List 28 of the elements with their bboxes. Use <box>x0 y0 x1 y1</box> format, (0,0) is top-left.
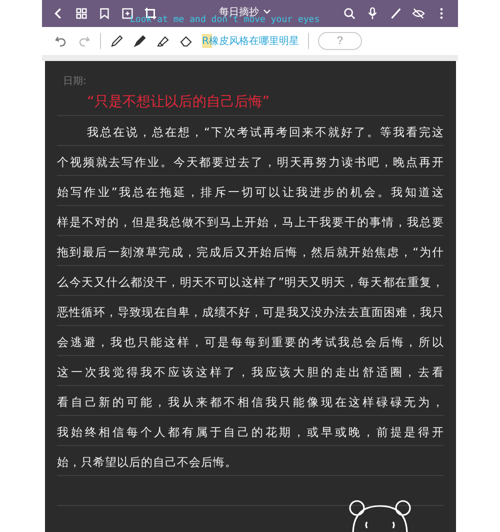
grid-icon[interactable] <box>75 7 88 20</box>
undo-icon[interactable] <box>54 34 68 48</box>
fountain-pen-icon[interactable] <box>133 34 147 48</box>
date-label: 日期: <box>63 74 86 88</box>
handwritten-line: 看自己新的可能，我从来都不相信我只能像现在这样碌碌无为， <box>57 394 444 410</box>
handwritten-line: 我总在说，总在想，“下次考试再考回来不就好了。等我看完这 <box>86 124 444 140</box>
handwritten-line: 个视频就去写作业。今天都要过去了，明天再努力读书吧，晚点再开 <box>57 154 444 170</box>
handwritten-line: 拖到最后一刻潦草完成，完成后又开始后悔，然后就开始焦虑，“为什 <box>57 244 444 260</box>
bookmark-icon[interactable] <box>98 7 111 20</box>
handwritten-line: 恶性循环，导致现在自卑，成绩不好，可是我又没办法去直面困难，我只 <box>57 304 444 320</box>
chevron-down-icon[interactable] <box>263 9 271 14</box>
pen-icon[interactable] <box>389 7 402 20</box>
pencil-icon[interactable] <box>110 34 124 48</box>
handwritten-line: 我始终相信每个人都有属于自己的花期，或早或晚，前提是得开 <box>57 424 444 440</box>
overlay-caption: Look at me and don't move your eyes <box>130 15 320 25</box>
note-title: “只是不想让以后的自己后悔” <box>87 93 270 111</box>
handwritten-line: 会逃避，我也只能这样，可是每每到重要的考试我总会后悔，所以 <box>57 334 444 350</box>
handwritten-line: 样是不对的，但是我总做不到马上开始，马上干我要干的事情，我总要 <box>57 214 444 230</box>
handwritten-line: 这一次我觉得我不应该这样了，我应该大胆的走出舒适圈，去看 <box>57 364 444 380</box>
highlighter-icon[interactable] <box>156 34 170 48</box>
eraser-icon[interactable] <box>179 34 193 48</box>
eye-off-icon[interactable] <box>412 7 425 20</box>
overlay-caption: R橡皮风格在哪里明星 <box>202 34 299 48</box>
search-icon[interactable] <box>343 7 356 20</box>
handwritten-line: 么今天又什么都没干，明天不可以这样了”明天又明天，每天都在重复， <box>57 274 444 290</box>
handwritten-line: 始，只希望以后的自己不会后悔。 <box>57 454 237 470</box>
microphone-icon[interactable] <box>366 7 379 20</box>
handwritten-line: 始写作业”我总在拖延，排斥一切可以让我进步的机会。我知道这 <box>57 184 444 200</box>
